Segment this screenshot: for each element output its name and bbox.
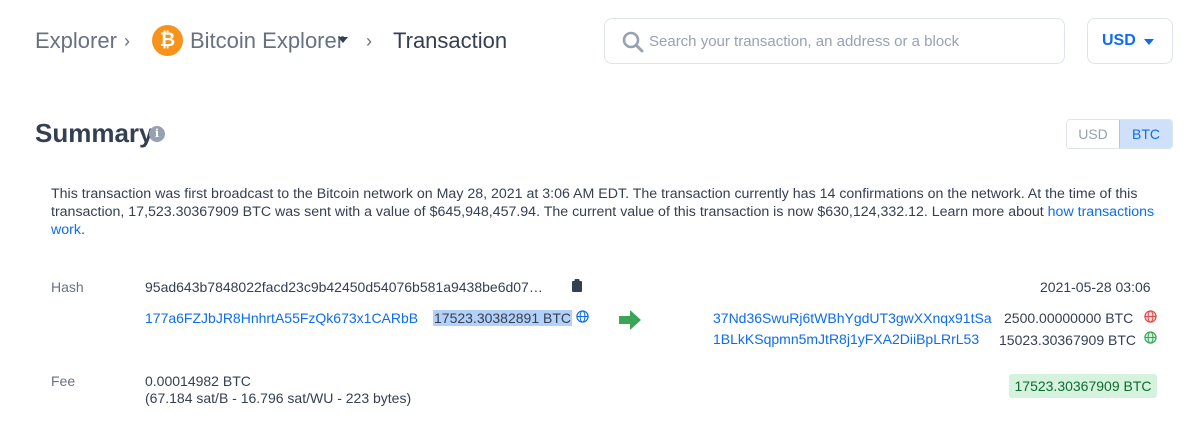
- globe-icon[interactable]: [576, 310, 589, 323]
- currency-select[interactable]: USD: [1087, 18, 1173, 64]
- hash-label: Hash: [51, 279, 84, 295]
- fee-label: Fee: [51, 373, 76, 389]
- input-amount: 17523.30382891 BTC: [433, 310, 572, 326]
- fee-detail: (67.184 sat/B - 16.796 sat/WU - 223 byte…: [145, 390, 412, 406]
- info-icon[interactable]: i: [149, 126, 165, 142]
- breadcrumb-bitcoin-explorer[interactable]: Bitcoin Explorer: [190, 28, 344, 54]
- chevron-right-icon: ›: [366, 31, 372, 51]
- chevron-down-icon[interactable]: [338, 37, 348, 43]
- total-output-badge: 17523.30367909 BTC: [1009, 374, 1157, 398]
- toggle-usd-button[interactable]: USD: [1067, 120, 1119, 148]
- chevron-right-icon: ›: [124, 31, 130, 51]
- output-address-link[interactable]: 1BLkKSqpmn5mJtR8j1yFXA2DiiBpLRrL53: [713, 331, 979, 347]
- currency-toggle[interactable]: USD BTC: [1066, 119, 1173, 149]
- bitcoin-logo-icon: ₿: [152, 25, 183, 56]
- description-end: .: [80, 222, 85, 238]
- currency-select-label: USD: [1102, 32, 1136, 49]
- breadcrumb-explorer[interactable]: Explorer: [35, 28, 117, 54]
- search-icon: [622, 31, 644, 53]
- chevron-down-icon: [1144, 39, 1154, 45]
- output-amount: 2500.00000000 BTC: [1004, 310, 1134, 326]
- search-box[interactable]: [604, 18, 1065, 64]
- globe-icon[interactable]: [1144, 310, 1157, 323]
- transaction-hash[interactable]: 95ad643b7848022facd23c9b42450d54076b581a…: [145, 279, 543, 295]
- page-title: Summary: [35, 118, 154, 148]
- description-text: This transaction was first broadcast to …: [51, 186, 1138, 220]
- output-amount: 15023.30367909 BTC: [999, 332, 1136, 348]
- output-address-link[interactable]: 37Nd36SwuRj6tWBhYgdUT3gwXXnqx91tSa: [713, 310, 992, 326]
- breadcrumb-transaction: Transaction: [393, 28, 508, 53]
- fee-value: 0.00014982 BTC (67.184 sat/B - 16.796 sa…: [145, 373, 411, 407]
- search-input[interactable]: [649, 19, 1059, 63]
- input-address-link[interactable]: 177a6FZJbJR8HnhrtA55FzQk673x1CARbB: [145, 310, 418, 326]
- clipboard-icon[interactable]: [572, 279, 582, 292]
- transaction-timestamp: 2021-05-28 03:06: [1040, 279, 1151, 295]
- fee-btc: 0.00014982 BTC: [145, 373, 251, 389]
- globe-icon[interactable]: [1144, 331, 1157, 344]
- toggle-btc-button[interactable]: BTC: [1119, 120, 1172, 148]
- arrow-right-icon: [619, 310, 641, 330]
- transaction-description: This transaction was first broadcast to …: [51, 185, 1161, 239]
